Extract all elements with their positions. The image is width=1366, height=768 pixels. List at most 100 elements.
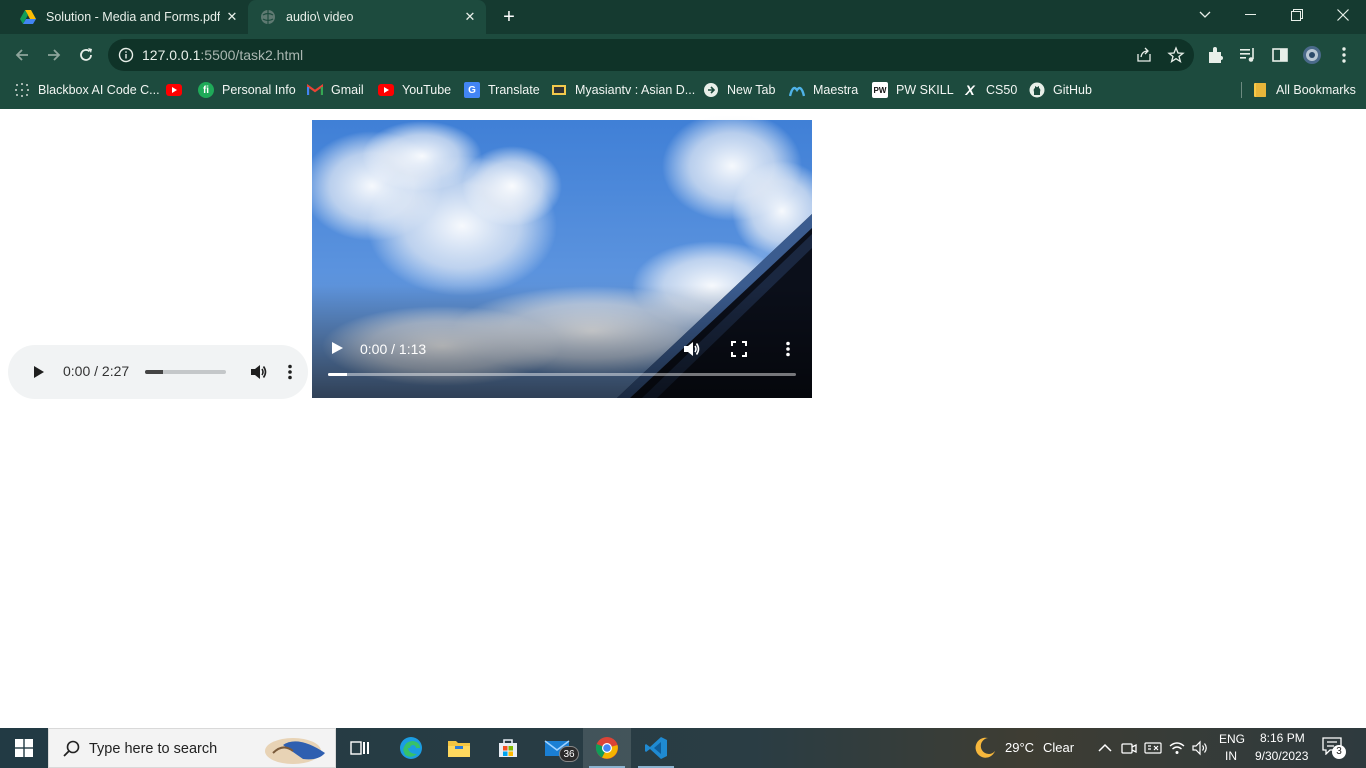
github-icon: [1029, 82, 1045, 98]
url-text[interactable]: 127.0.0.1:5500/task2.html: [142, 47, 303, 63]
bookmark-label: Translate: [488, 83, 540, 97]
globe-icon: [261, 10, 275, 24]
close-tab-icon[interactable]: ✕: [462, 9, 478, 25]
bookmarks-divider: [1241, 82, 1242, 98]
notifications-button[interactable]: 3: [1322, 737, 1346, 759]
bookmark-pw-skill[interactable]: PW PW SKILL: [872, 81, 954, 99]
video-time: 0:00 / 1:13: [360, 341, 427, 357]
bookmark-new-tab[interactable]: New Tab: [703, 81, 775, 99]
bookmark-github[interactable]: GitHub: [1029, 81, 1092, 99]
bookmark-gmail[interactable]: Gmail: [307, 81, 364, 99]
audio-seek-progress: [145, 370, 163, 374]
all-bookmarks-folder[interactable]: All Bookmarks: [1252, 81, 1356, 99]
arrow-right-icon: [48, 49, 61, 61]
audio-player[interactable]: 0:00 / 2:27: [8, 345, 308, 399]
more-options-icon[interactable]: [778, 339, 798, 359]
tab-solution-pdf[interactable]: Solution - Media and Forms.pdf ✕: [8, 0, 248, 34]
chevron-up-icon[interactable]: [1096, 739, 1114, 757]
bookmark-label: New Tab: [727, 83, 776, 97]
video-player[interactable]: 0:00 / 1:13: [312, 116, 812, 398]
url-host: 127.0.0.1: [142, 47, 201, 63]
profile-avatar-icon[interactable]: [1302, 45, 1322, 65]
maestra-icon: [789, 82, 805, 98]
speaker-icon[interactable]: [1191, 739, 1209, 757]
url-path: :5500/task2.html: [200, 47, 304, 63]
close-window-button[interactable]: [1320, 0, 1366, 30]
tab-strip: Solution - Media and Forms.pdf ✕ audio\ …: [0, 0, 1366, 34]
site-info-icon[interactable]: [117, 46, 135, 64]
play-icon[interactable]: [328, 339, 346, 357]
address-bar[interactable]: 127.0.0.1:5500/task2.html: [108, 39, 1194, 71]
play-icon[interactable]: [28, 362, 48, 382]
fullscreen-icon[interactable]: [730, 340, 748, 358]
arrow-left-icon: [15, 49, 28, 61]
restore-icon: [1291, 9, 1303, 21]
wifi-icon[interactable]: [1168, 739, 1186, 757]
taskbar-edge[interactable]: [387, 728, 435, 768]
bookmark-label: Blackbox AI Code C...: [38, 83, 160, 97]
bookmark-label: YouTube: [402, 83, 452, 97]
volume-icon[interactable]: [681, 339, 701, 359]
video-seek-bar[interactable]: [328, 373, 796, 376]
media-control-icon[interactable]: [1238, 45, 1258, 65]
extensions-icon[interactable]: [1206, 45, 1226, 65]
taskbar-microsoft-store[interactable]: [484, 728, 532, 768]
volume-icon[interactable]: [248, 362, 268, 382]
minimize-button[interactable]: [1228, 0, 1274, 30]
bookmark-label: PW SKILL: [896, 83, 954, 97]
tab-audio-video[interactable]: audio\ video ✕: [248, 0, 486, 34]
taskbar-mail[interactable]: 36: [533, 728, 581, 768]
bookmark-personal-info[interactable]: fi Personal Info: [198, 81, 296, 99]
bookmark-myasiantv[interactable]: Myasiantv : Asian D...: [551, 81, 695, 99]
taskbar-chrome[interactable]: [583, 728, 631, 768]
start-button[interactable]: [0, 728, 48, 768]
browser-chrome: Solution - Media and Forms.pdf ✕ audio\ …: [0, 0, 1366, 109]
bookmark-blackbox[interactable]: Blackbox AI Code C...: [14, 81, 160, 99]
weather-condition[interactable]: Clear: [1043, 740, 1074, 755]
clock-date[interactable]: 9/30/2023: [1255, 749, 1308, 763]
chevron-down-icon: [1199, 11, 1211, 18]
youtube-icon: [378, 82, 394, 98]
clock-time[interactable]: 8:16 PM: [1260, 731, 1305, 745]
tab-search-button[interactable]: [1182, 0, 1228, 30]
bookmark-youtube-shortcut[interactable]: [166, 81, 190, 99]
task-view-button[interactable]: [336, 728, 384, 768]
more-options-icon[interactable]: [280, 362, 300, 382]
kebab-menu-icon[interactable]: [1334, 45, 1354, 65]
close-tab-icon[interactable]: ✕: [224, 9, 240, 25]
input-indicator-icon[interactable]: [1144, 739, 1162, 757]
weather-temperature[interactable]: 29°C: [1005, 740, 1034, 755]
meet-now-icon[interactable]: [1120, 739, 1138, 757]
bookmark-youtube[interactable]: YouTube: [378, 81, 451, 99]
bookmark-translate[interactable]: G Translate: [464, 81, 540, 99]
video-seek-progress: [328, 373, 347, 376]
windows-logo-icon: [15, 739, 33, 757]
side-panel-icon[interactable]: [1270, 45, 1290, 65]
language-code[interactable]: ENG: [1219, 732, 1245, 746]
bookmark-label: GitHub: [1053, 83, 1092, 97]
moon-weather-icon[interactable]: [973, 736, 997, 760]
taskbar-vscode[interactable]: [632, 728, 680, 768]
new-tab-button[interactable]: +: [498, 6, 520, 28]
audio-seek-bar[interactable]: [145, 370, 226, 374]
task-view-icon: [350, 741, 369, 755]
back-button[interactable]: [9, 42, 35, 68]
bookmark-label: CS50: [986, 83, 1018, 97]
restore-button[interactable]: [1274, 0, 1320, 30]
audio-time: 0:00 / 2:27: [63, 363, 130, 379]
bookmark-cs50[interactable]: X CS50: [962, 81, 1017, 99]
bookmark-star-icon[interactable]: [1167, 46, 1185, 64]
taskbar-search-box[interactable]: Type here to search: [48, 728, 336, 768]
bookmark-maestra[interactable]: Maestra: [789, 81, 858, 99]
share-icon[interactable]: [1135, 46, 1153, 64]
reload-button[interactable]: [73, 42, 99, 68]
fi-icon: fi: [198, 82, 214, 98]
tab-title: audio\ video: [286, 10, 354, 24]
language-region[interactable]: IN: [1225, 749, 1237, 763]
search-highlight-image: [265, 738, 325, 764]
forward-button[interactable]: [41, 42, 67, 68]
taskbar-file-explorer[interactable]: [435, 728, 483, 768]
pw-skill-icon: PW: [872, 82, 888, 98]
search-placeholder: Type here to search: [89, 741, 218, 757]
bookmark-label: Myasiantv : Asian D...: [575, 83, 696, 97]
